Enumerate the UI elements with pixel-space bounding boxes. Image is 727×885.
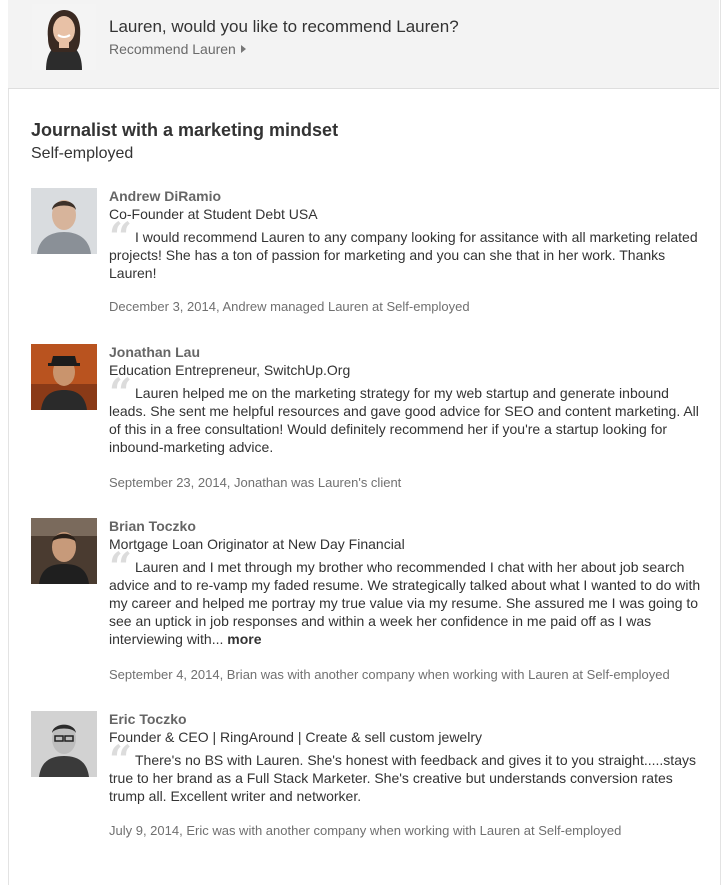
recommender-name[interactable]: Jonathan Lau xyxy=(109,344,200,360)
recommendation-item: Eric Toczko Founder & CEO | RingAround |… xyxy=(31,711,701,851)
more-link[interactable]: more xyxy=(227,631,261,647)
recommender-avatar[interactable] xyxy=(31,711,97,777)
recommendation-item: Jonathan Lau Education Entrepreneur, Swi… xyxy=(31,344,701,494)
recommendation-text: There's no BS with Lauren. She's honest … xyxy=(109,752,696,804)
recommendation-date: December 3, 2014, Andrew managed Lauren … xyxy=(109,299,470,314)
recommendation-date: July 9, 2014, Eric was with another comp… xyxy=(109,823,622,838)
recommender-headline: Education Entrepreneur, SwitchUp.Org xyxy=(109,362,351,378)
caret-right-icon xyxy=(240,45,246,53)
recommendation-text: Lauren helped me on the marketing strate… xyxy=(109,385,699,455)
recommender-avatar[interactable] xyxy=(31,188,97,254)
recommendation-date: September 23, 2014, Jonathan was Lauren'… xyxy=(109,475,402,490)
recommend-link[interactable]: Recommend Lauren xyxy=(109,41,246,57)
recommender-avatar[interactable] xyxy=(31,518,97,584)
recommender-avatar[interactable] xyxy=(31,344,97,410)
recommender-name[interactable]: Brian Toczko xyxy=(109,518,196,534)
recommendation-text: Lauren and I met through my brother who … xyxy=(109,558,704,648)
recommender-name[interactable]: Eric Toczko xyxy=(109,711,187,727)
recommender-headline: Mortgage Loan Originator at New Day Fina… xyxy=(109,536,405,552)
recommendation-item: Andrew DiRamio Co-Founder at Student Deb… xyxy=(31,188,701,328)
position-company: Self-employed xyxy=(31,145,134,162)
recommend-prompt-banner: Lauren, would you like to recommend Laur… xyxy=(8,0,719,89)
recommender-headline: Founder & CEO | RingAround | Create & se… xyxy=(109,729,482,745)
recommendation-item: Brian Toczko Mortgage Loan Originator at… xyxy=(31,518,701,688)
recommend-question: Lauren, would you like to recommend Laur… xyxy=(109,17,459,36)
recommendation-text-body: Lauren and I met through my brother who … xyxy=(109,559,701,647)
profile-avatar xyxy=(32,4,96,70)
position-title: Journalist with a marketing mindset xyxy=(31,120,339,140)
recommendation-text: I would recommend Lauren to any company … xyxy=(109,229,698,281)
recommender-headline: Co-Founder at Student Debt USA xyxy=(109,206,318,222)
recommendation-date: September 4, 2014, Brian was with anothe… xyxy=(109,667,670,682)
recommend-link-label[interactable]: Recommend Lauren xyxy=(109,41,236,57)
recommender-name[interactable]: Andrew DiRamio xyxy=(109,188,221,204)
